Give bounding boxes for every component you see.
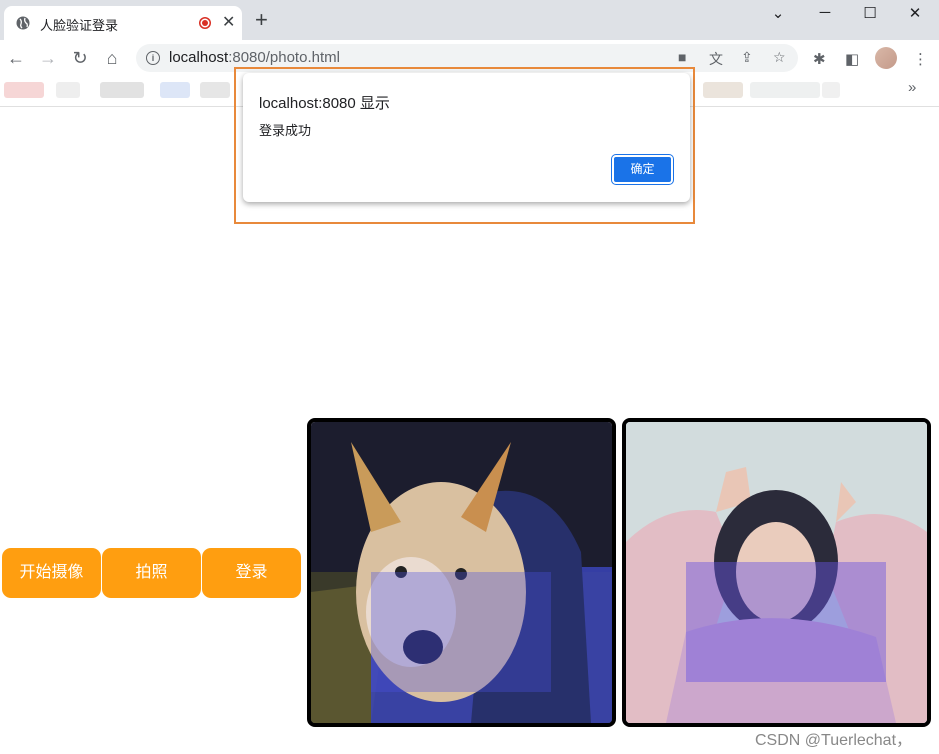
forward-arrow-icon[interactable]: → (36, 46, 60, 70)
captured-photo-frame (622, 418, 931, 727)
minimize-button[interactable]: ─ (810, 4, 840, 21)
bookmark-item[interactable] (56, 82, 80, 98)
camera-video-frame (307, 418, 616, 727)
new-tab-button[interactable]: + (255, 9, 268, 31)
browser-titlebar: 人脸验证登录 ✕ + ⌄ ─ ☐ ✕ (0, 0, 939, 40)
share-icon[interactable]: ⇪ (741, 49, 753, 66)
bookmark-item[interactable] (750, 82, 820, 98)
reload-icon[interactable]: ↻ (68, 46, 92, 70)
close-tab-icon[interactable]: ✕ (222, 12, 235, 32)
start-camera-button[interactable]: 开始摄像 (2, 548, 101, 598)
take-photo-button[interactable]: 拍照 (102, 548, 201, 598)
side-panel-icon[interactable]: ◧ (845, 50, 859, 68)
bookmark-item[interactable] (822, 82, 840, 98)
recording-indicator-icon (199, 17, 211, 29)
dialog-ok-button[interactable]: 确定 (612, 155, 673, 184)
dialog-message: 登录成功 (259, 123, 312, 138)
dog-photo (311, 422, 612, 723)
home-icon[interactable]: ⌂ (100, 46, 124, 70)
watermark-text: CSDN @Tuerlechat， (755, 732, 913, 749)
url-text[interactable]: localhost:8080/photo.html (169, 49, 340, 66)
bookmarks-overflow-icon[interactable]: » (908, 79, 916, 96)
globe-icon (16, 16, 30, 30)
bookmark-star-icon[interactable]: ☆ (773, 49, 786, 66)
site-info-icon[interactable]: i (146, 51, 160, 65)
bookmark-item[interactable] (4, 82, 44, 98)
close-window-button[interactable]: ✕ (900, 4, 930, 22)
tab-search-icon[interactable]: ⌄ (763, 4, 793, 22)
bookmark-item[interactable] (703, 82, 743, 98)
maximize-button[interactable]: ☐ (855, 4, 885, 22)
bookmark-item[interactable] (160, 82, 190, 98)
bookmark-item[interactable] (200, 82, 230, 98)
browser-tab[interactable]: 人脸验证登录 ✕ (4, 6, 242, 40)
menu-dots-icon[interactable]: ⋮ (913, 50, 928, 68)
captured-face-photo (626, 422, 927, 723)
profile-avatar[interactable] (875, 47, 897, 69)
bookmark-item[interactable] (100, 82, 144, 98)
translate-icon[interactable]: 文 (709, 49, 723, 69)
back-arrow-icon[interactable]: ← (4, 46, 28, 70)
extensions-icon[interactable]: ✱ (813, 50, 826, 68)
camera-in-use-icon[interactable]: ■ (678, 49, 686, 65)
tab-title: 人脸验证登录 (40, 18, 119, 33)
alert-dialog: localhost:8080 显示 登录成功 确定 (243, 73, 690, 202)
login-button[interactable]: 登录 (202, 548, 301, 598)
dialog-title: localhost:8080 显示 (259, 95, 390, 112)
